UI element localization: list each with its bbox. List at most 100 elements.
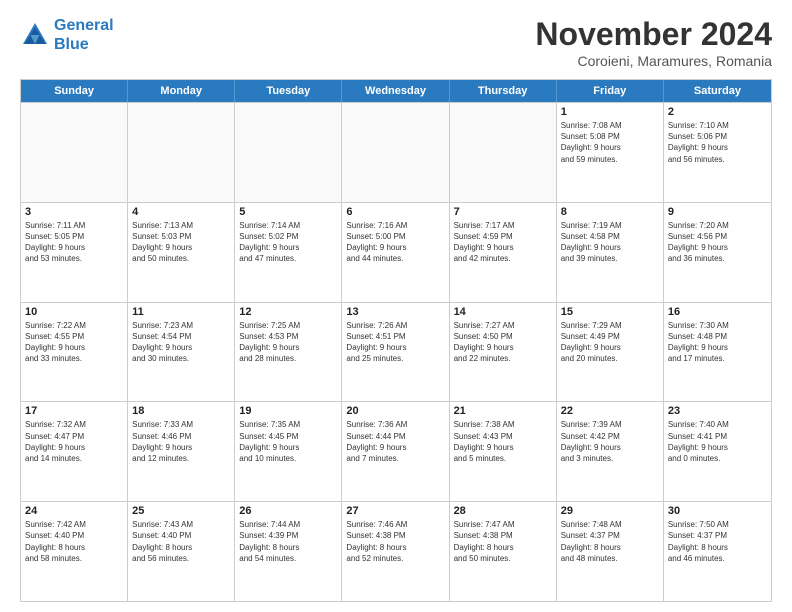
day-info: Sunrise: 7:29 AM Sunset: 4:49 PM Dayligh… — [561, 320, 659, 365]
day-number: 13 — [346, 306, 444, 318]
day-number: 18 — [132, 405, 230, 417]
day-info: Sunrise: 7:36 AM Sunset: 4:44 PM Dayligh… — [346, 419, 444, 464]
weekday-header-monday: Monday — [128, 80, 235, 102]
day-number: 19 — [239, 405, 337, 417]
day-number: 24 — [25, 505, 123, 517]
day-info: Sunrise: 7:35 AM Sunset: 4:45 PM Dayligh… — [239, 419, 337, 464]
day-number: 10 — [25, 306, 123, 318]
day-info: Sunrise: 7:20 AM Sunset: 4:56 PM Dayligh… — [668, 220, 767, 265]
calendar-cell: 30 Sunrise: 7:50 AM Sunset: 4:37 PM Dayli… — [664, 502, 771, 601]
calendar-cell — [342, 103, 449, 202]
day-number: 28 — [454, 505, 552, 517]
day-number: 15 — [561, 306, 659, 318]
calendar-cell: 24 Sunrise: 7:42 AM Sunset: 4:40 PM Dayli… — [21, 502, 128, 601]
calendar-cell: 22 Sunrise: 7:39 AM Sunset: 4:42 PM Dayli… — [557, 402, 664, 501]
day-info: Sunrise: 7:39 AM Sunset: 4:42 PM Dayligh… — [561, 419, 659, 464]
day-info: Sunrise: 7:11 AM Sunset: 5:05 PM Dayligh… — [25, 220, 123, 265]
calendar-cell: 29 Sunrise: 7:48 AM Sunset: 4:37 PM Dayli… — [557, 502, 664, 601]
day-number: 1 — [561, 106, 659, 118]
calendar-cell: 20 Sunrise: 7:36 AM Sunset: 4:44 PM Dayli… — [342, 402, 449, 501]
calendar-cell: 14Sunrise: 7:27 AM Sunset: 4:50 PM Dayli… — [450, 303, 557, 402]
day-info: Sunrise: 7:13 AM Sunset: 5:03 PM Dayligh… — [132, 220, 230, 265]
calendar-cell: 28 Sunrise: 7:47 AM Sunset: 4:38 PM Dayli… — [450, 502, 557, 601]
calendar-cell: 7 Sunrise: 7:17 AM Sunset: 4:59 PM Daylig… — [450, 203, 557, 302]
day-info: Sunrise: 7:47 AM Sunset: 4:38 PM Dayligh… — [454, 519, 552, 564]
day-info: Sunrise: 7:22 AM Sunset: 4:55 PM Dayligh… — [25, 320, 123, 365]
calendar-cell: 25 Sunrise: 7:43 AM Sunset: 4:40 PM Dayli… — [128, 502, 235, 601]
calendar-cell: 9Sunrise: 7:20 AM Sunset: 4:56 PM Daylig… — [664, 203, 771, 302]
day-info: Sunrise: 7:16 AM Sunset: 5:00 PM Dayligh… — [346, 220, 444, 265]
location-subtitle: Coroieni, Maramures, Romania — [535, 53, 772, 69]
logo-line1: General — [54, 17, 114, 34]
day-number: 5 — [239, 206, 337, 218]
day-info: Sunrise: 7:23 AM Sunset: 4:54 PM Dayligh… — [132, 320, 230, 365]
day-number: 26 — [239, 505, 337, 517]
day-number: 27 — [346, 505, 444, 517]
day-info: Sunrise: 7:19 AM Sunset: 4:58 PM Dayligh… — [561, 220, 659, 265]
weekday-header-thursday: Thursday — [450, 80, 557, 102]
weekday-header-sunday: Sunday — [21, 80, 128, 102]
calendar-cell: 6 Sunrise: 7:16 AM Sunset: 5:00 PM Daylig… — [342, 203, 449, 302]
calendar-cell: 12 Sunrise: 7:25 AM Sunset: 4:53 PM Dayli… — [235, 303, 342, 402]
day-number: 22 — [561, 405, 659, 417]
calendar-cell: 19 Sunrise: 7:35 AM Sunset: 4:45 PM Dayli… — [235, 402, 342, 501]
day-number: 6 — [346, 206, 444, 218]
calendar-body: 1 Sunrise: 7:08 AM Sunset: 5:08 PM Daylig… — [21, 102, 771, 601]
day-number: 17 — [25, 405, 123, 417]
weekday-header-tuesday: Tuesday — [235, 80, 342, 102]
logo-line2: Blue — [54, 36, 89, 53]
month-title: November 2024 — [535, 16, 772, 53]
day-info: Sunrise: 7:26 AM Sunset: 4:51 PM Dayligh… — [346, 320, 444, 365]
calendar-row-2: 10 Sunrise: 7:22 AM Sunset: 4:55 PM Dayli… — [21, 302, 771, 402]
day-info: Sunrise: 7:42 AM Sunset: 4:40 PM Dayligh… — [25, 519, 123, 564]
calendar-cell: 18 Sunrise: 7:33 AM Sunset: 4:46 PM Dayli… — [128, 402, 235, 501]
calendar-cell: 1 Sunrise: 7:08 AM Sunset: 5:08 PM Daylig… — [557, 103, 664, 202]
day-number: 20 — [346, 405, 444, 417]
day-number: 25 — [132, 505, 230, 517]
calendar-header: SundayMondayTuesdayWednesdayThursdayFrid… — [21, 80, 771, 102]
calendar-cell — [235, 103, 342, 202]
calendar-row-0: 1 Sunrise: 7:08 AM Sunset: 5:08 PM Daylig… — [21, 102, 771, 202]
calendar-cell: 23Sunrise: 7:40 AM Sunset: 4:41 PM Dayli… — [664, 402, 771, 501]
calendar-row-3: 17 Sunrise: 7:32 AM Sunset: 4:47 PM Dayli… — [21, 401, 771, 501]
day-info: Sunrise: 7:48 AM Sunset: 4:37 PM Dayligh… — [561, 519, 659, 564]
day-info: Sunrise: 7:30 AM Sunset: 4:48 PM Dayligh… — [668, 320, 767, 365]
calendar-cell: 4Sunrise: 7:13 AM Sunset: 5:03 PM Daylig… — [128, 203, 235, 302]
calendar-cell: 16 Sunrise: 7:30 AM Sunset: 4:48 PM Dayli… — [664, 303, 771, 402]
calendar-cell: 21 Sunrise: 7:38 AM Sunset: 4:43 PM Dayli… — [450, 402, 557, 501]
day-info: Sunrise: 7:14 AM Sunset: 5:02 PM Dayligh… — [239, 220, 337, 265]
calendar-row-4: 24 Sunrise: 7:42 AM Sunset: 4:40 PM Dayli… — [21, 501, 771, 601]
weekday-header-wednesday: Wednesday — [342, 80, 449, 102]
calendar-cell — [128, 103, 235, 202]
day-number: 8 — [561, 206, 659, 218]
day-info: Sunrise: 7:08 AM Sunset: 5:08 PM Dayligh… — [561, 120, 659, 165]
day-number: 23 — [668, 405, 767, 417]
day-number: 29 — [561, 505, 659, 517]
logo-text: General Blue — [54, 16, 114, 54]
day-number: 30 — [668, 505, 767, 517]
day-number: 21 — [454, 405, 552, 417]
calendar-cell: 15 Sunrise: 7:29 AM Sunset: 4:49 PM Dayli… — [557, 303, 664, 402]
day-info: Sunrise: 7:43 AM Sunset: 4:40 PM Dayligh… — [132, 519, 230, 564]
day-info: Sunrise: 7:25 AM Sunset: 4:53 PM Dayligh… — [239, 320, 337, 365]
day-info: Sunrise: 7:46 AM Sunset: 4:38 PM Dayligh… — [346, 519, 444, 564]
day-info: Sunrise: 7:33 AM Sunset: 4:46 PM Dayligh… — [132, 419, 230, 464]
day-number: 2 — [668, 106, 767, 118]
day-number: 14 — [454, 306, 552, 318]
calendar-cell — [450, 103, 557, 202]
day-number: 16 — [668, 306, 767, 318]
day-info: Sunrise: 7:38 AM Sunset: 4:43 PM Dayligh… — [454, 419, 552, 464]
day-number: 11 — [132, 306, 230, 318]
calendar: SundayMondayTuesdayWednesdayThursdayFrid… — [20, 79, 772, 602]
day-info: Sunrise: 7:17 AM Sunset: 4:59 PM Dayligh… — [454, 220, 552, 265]
calendar-cell: 11 Sunrise: 7:23 AM Sunset: 4:54 PM Dayli… — [128, 303, 235, 402]
day-number: 7 — [454, 206, 552, 218]
calendar-cell: 8 Sunrise: 7:19 AM Sunset: 4:58 PM Daylig… — [557, 203, 664, 302]
day-info: Sunrise: 7:10 AM Sunset: 5:06 PM Dayligh… — [668, 120, 767, 165]
day-info: Sunrise: 7:50 AM Sunset: 4:37 PM Dayligh… — [668, 519, 767, 564]
logo: General Blue — [20, 16, 114, 54]
calendar-cell: 17 Sunrise: 7:32 AM Sunset: 4:47 PM Dayli… — [21, 402, 128, 501]
day-number: 12 — [239, 306, 337, 318]
calendar-cell: 5 Sunrise: 7:14 AM Sunset: 5:02 PM Daylig… — [235, 203, 342, 302]
day-info: Sunrise: 7:32 AM Sunset: 4:47 PM Dayligh… — [25, 419, 123, 464]
